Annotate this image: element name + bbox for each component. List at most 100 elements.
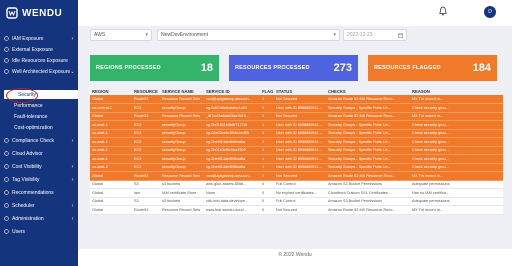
table-cell: EC2 xyxy=(132,154,160,164)
table-cell: sg-02e02cebc054b1ed69 xyxy=(204,129,260,138)
table-row[interactable]: us-east-1 EC2 securityGroup sg-0be6f14de6fd… xyxy=(90,154,503,164)
table-cell: S3 xyxy=(132,197,160,206)
table-row[interactable]: Global Route53 Resource Record Sets www.tes… xyxy=(90,205,503,215)
table-cell: us-east-1 xyxy=(90,120,132,130)
table-cell: Adequate permissions xyxy=(410,180,503,189)
sidebar-item[interactable]: Administration › xyxy=(0,214,78,223)
sidebar-item[interactable]: Well Architected Exposure ⌄ xyxy=(0,67,78,76)
resources-processed-card: RESOURCES PROCESSED 273 xyxy=(229,55,358,81)
table-cell: ca-central-1 xyxy=(90,103,132,113)
brand-logo[interactable]: WENDU xyxy=(0,0,78,26)
table-row[interactable]: us-east-1 EC2 securityGroup sg-0be6f14de6fd… xyxy=(90,137,503,147)
table-cell: MX Txt record re... xyxy=(410,205,503,215)
sidebar-item-label: Scheduler xyxy=(12,202,35,209)
table-cell: Security Groups - Specific Ports Un... xyxy=(326,137,410,147)
card-value: 18 xyxy=(200,62,213,74)
table-cell: Resource Record Sets xyxy=(160,95,204,104)
table-row[interactable]: Global S3 s3 buckets aws-glue-assets-8558..… xyxy=(90,180,503,189)
sidebar-item-label: IAM Exposure xyxy=(12,35,44,42)
sidebar-item-label: Tag Visibility xyxy=(12,176,40,183)
sidebar-item[interactable]: Idle Resources Exposure xyxy=(0,56,78,65)
sidebar-item[interactable]: IAM Exposure › xyxy=(0,34,78,43)
table-body: Global Route53 Resource Record Sets root@ap… xyxy=(90,95,503,215)
sidebar-item[interactable]: Cloud Advisor xyxy=(0,149,78,158)
sidebar-item-label: Well Architected Exposure xyxy=(12,68,70,75)
table-cell: Security Groups - Specific Ports Un... xyxy=(326,120,410,130)
table-cell: Resource Record Sets xyxy=(160,171,204,181)
table-cell: Adequate permissions xyxy=(410,197,503,206)
table-cell: EC2 xyxy=(132,137,160,147)
table-cell: s3 buckets xyxy=(160,180,204,189)
sidebar-item[interactable]: External Exposure xyxy=(0,45,78,54)
table-cell: securityGroup xyxy=(160,154,204,164)
table-cell: S3 xyxy=(132,180,160,189)
sidebar-item[interactable]: Performance xyxy=(0,101,78,110)
user-avatar[interactable]: D xyxy=(484,6,496,18)
table-cell: User with ID 8558889511... xyxy=(274,146,326,155)
table-cell: User with ID 8558889511... xyxy=(274,120,326,130)
cloud-select[interactable]: AWS ▾ xyxy=(90,29,152,41)
sidebar-item[interactable]: Cost Visibility › xyxy=(0,162,78,171)
chevron-icon: › xyxy=(71,35,74,42)
table-row[interactable]: Global Route53 Resource Record Sets root@ap… xyxy=(90,95,503,104)
table-row[interactable]: Global Route53 Resource Record Sets root@ap… xyxy=(90,171,503,181)
sidebar-item-label: Idle Resources Exposure xyxy=(12,57,68,64)
sidebar-item[interactable]: Recommendations xyxy=(0,188,78,197)
table-cell: us-east-1 xyxy=(90,129,132,138)
shield-icon xyxy=(4,36,9,41)
column-header[interactable]: SERVICE NAME xyxy=(160,87,204,95)
column-header[interactable]: REGION xyxy=(90,87,132,95)
table-cell: 1 xyxy=(260,154,274,164)
table-cell: iam xyxy=(132,188,160,198)
column-header[interactable]: FLAG xyxy=(260,87,274,95)
table-row[interactable]: us-east-1 EC2 securityGroup sg-0b01b3cf0c1b… xyxy=(90,146,503,155)
sidebar-item[interactable]: Tag Visibility › xyxy=(0,175,78,184)
table-cell: Security Groups - Specific Ports Un... xyxy=(326,163,410,172)
table-row[interactable]: ca-central-1 EC2 securityGroup sg-0d57d8e0c… xyxy=(90,103,503,113)
sidebar-item[interactable]: Scheduler › xyxy=(0,201,78,210)
date-picker[interactable]: 2022-12-23 xyxy=(343,29,407,41)
table-cell: Route53 xyxy=(132,171,160,181)
sidebar-item-label: External Exposure xyxy=(12,46,53,53)
card-value: 273 xyxy=(333,62,352,74)
table-cell: Check security grou... xyxy=(410,103,503,113)
column-header[interactable]: RESOURCE xyxy=(132,87,160,95)
table-cell: Security Groups - Specific Ports Un... xyxy=(326,154,410,164)
table-cell: 1 xyxy=(260,163,274,172)
column-header[interactable]: CHECKS xyxy=(326,87,410,95)
table-cell: securityGroup xyxy=(160,137,204,147)
sidebar-item[interactable]: Cost-optimization xyxy=(0,123,78,132)
table-cell: Check security grou... xyxy=(410,146,503,155)
sidebar-item[interactable]: Compliance Check › xyxy=(0,136,78,145)
table-cell: root@apigstamp.amazon... xyxy=(204,171,260,181)
chevron-down-icon: ▾ xyxy=(333,32,336,38)
table-cell: EC2 xyxy=(132,146,160,155)
brand-name: WENDU xyxy=(22,7,63,19)
table-row[interactable]: Global S3 s3 buckets cdk-hnb-data-develope.… xyxy=(90,197,503,206)
users-icon xyxy=(4,229,9,234)
table-row[interactable]: Global Route53 Resource Record Sets _8f7ccf… xyxy=(90,112,503,121)
table-row[interactable]: us-east-2 EC2 securityGroup sg-0be6f14de6fd… xyxy=(90,163,503,172)
chevron-icon: › xyxy=(71,176,74,183)
table-cell: Cloudfront Custom SSL Certificates ... xyxy=(326,188,410,198)
table-cell: Not Secured xyxy=(274,171,326,181)
table-cell: 1 xyxy=(260,95,274,104)
table-row[interactable]: us-east-1 EC2 securityGroup sg-0b01611b0b6f… xyxy=(90,120,503,130)
column-header[interactable]: STATUS xyxy=(274,87,326,95)
sidebar-item[interactable]: Fault-tolerance xyxy=(0,112,78,121)
column-header[interactable]: SERVICE ID xyxy=(204,87,260,95)
card-label: RESOURCES PROCESSED xyxy=(235,65,310,71)
table-row[interactable]: Global iam IAM certificate Store None 0 No ex… xyxy=(90,188,503,198)
account-select[interactable]: NewDevEnvironment ▾ xyxy=(157,29,340,41)
cloud-select-value: AWS xyxy=(94,32,106,38)
sidebar-item[interactable]: Users xyxy=(0,227,78,236)
resources-flagged-card: RESOURCES FLAGGED 184 xyxy=(368,55,497,81)
table-cell: us-east-2 xyxy=(90,163,132,172)
table-cell: Check security grou... xyxy=(410,120,503,130)
column-header[interactable]: REASON xyxy=(410,87,503,95)
chevron-icon: › xyxy=(71,137,74,144)
notification-bell-icon[interactable] xyxy=(439,6,447,16)
table-row[interactable]: us-east-1 EC2 securityGroup sg-02e02cebc054… xyxy=(90,129,503,138)
table-cell: User with ID 8558889511... xyxy=(274,154,326,164)
table-header-row: REGION RESOURCE SERVICE NAME SERVICE ID FLAG… xyxy=(90,87,503,95)
